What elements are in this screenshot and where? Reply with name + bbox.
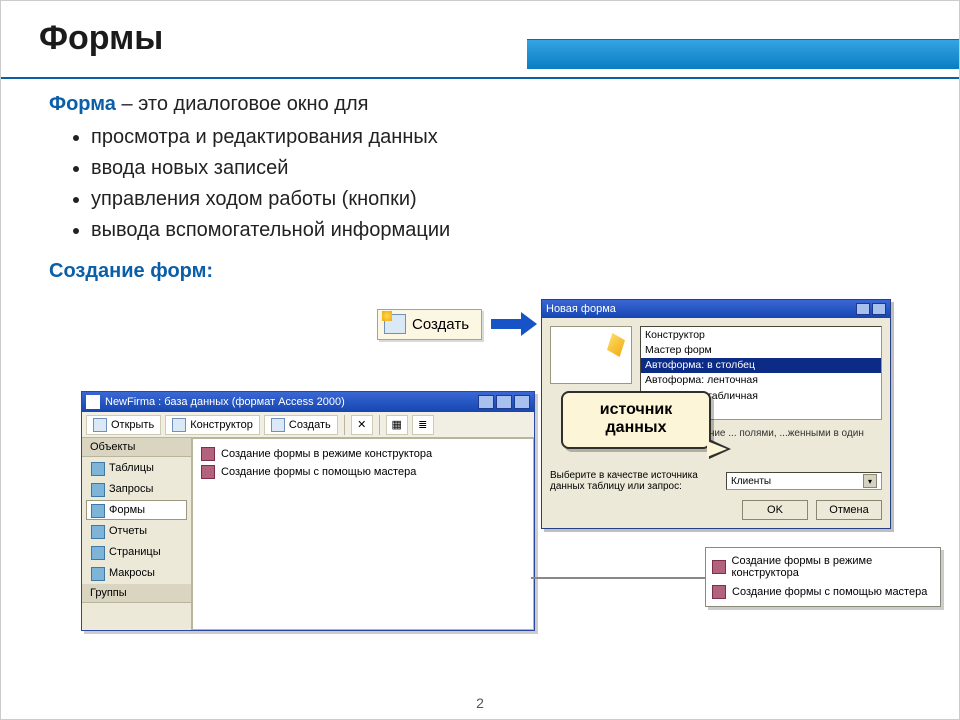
- db-title: NewFirma : база данных (формат Access 20…: [105, 396, 345, 408]
- create-forms-heading: Создание форм:: [49, 260, 921, 283]
- db-toolbar: Открыть Конструктор Создать ✕ ▦ ≣: [82, 412, 534, 438]
- form-preview-icon: [550, 326, 632, 384]
- open-label: Открыть: [111, 419, 154, 431]
- sidebar-item-pages[interactable]: Страницы: [86, 542, 187, 562]
- help-icon[interactable]: [856, 303, 870, 315]
- toolbar-create-button[interactable]: Создать: [264, 415, 338, 435]
- dialog-title: Новая форма: [546, 303, 616, 315]
- design-button[interactable]: Конструктор: [165, 415, 260, 435]
- sidebar-item-forms[interactable]: Формы: [86, 500, 187, 520]
- arrow-icon: [491, 316, 537, 332]
- list-item-label: Создание формы с помощью мастера: [221, 466, 416, 478]
- list-option-selected[interactable]: Автоформа: в столбец: [641, 358, 881, 373]
- sidebar-header-objects: Объекты: [82, 438, 191, 457]
- callout-connector-line: [531, 577, 707, 579]
- form-list: Создание формы в режиме конструктора Соз…: [192, 438, 534, 630]
- source-value: Клиенты: [731, 476, 771, 487]
- minimize-icon[interactable]: [478, 395, 494, 409]
- app-icon: [86, 395, 100, 409]
- slide-title-band: Формы: [1, 1, 959, 79]
- open-icon: [93, 418, 107, 432]
- form-wizard-icon: [201, 465, 215, 479]
- chevron-down-icon[interactable]: ▾: [863, 474, 877, 488]
- maximize-icon[interactable]: [496, 395, 512, 409]
- title-accent-bar: [527, 39, 959, 69]
- definition-tail: – это диалоговое окно для: [116, 93, 369, 115]
- toolbar-separator: [344, 415, 345, 435]
- create-label: Создать: [289, 419, 331, 431]
- view-large-icon[interactable]: ▦: [386, 415, 408, 435]
- sidebar-item-tables[interactable]: Таблицы: [86, 458, 187, 478]
- slide-content: Форма – это диалоговое окно для просмотр…: [1, 79, 959, 283]
- cancel-button[interactable]: Отмена: [816, 500, 882, 520]
- sidebar-item-reports[interactable]: Отчеты: [86, 521, 187, 541]
- db-title-bar: NewFirma : база данных (формат Access 20…: [82, 392, 534, 412]
- bubble-line2: данных: [569, 419, 703, 437]
- form-wizard-icon: [712, 585, 726, 599]
- window-control-buttons: [478, 395, 530, 409]
- design-icon: [172, 418, 186, 432]
- list-item-label: Создание формы с помощью мастера: [732, 586, 927, 598]
- bullet-item: ввода новых записей: [91, 153, 921, 184]
- list-item-label: Создание формы в режиме конструктора: [221, 448, 432, 460]
- toolbar-separator: [379, 415, 380, 435]
- bullet-item: вывода вспомогательной информации: [91, 215, 921, 246]
- source-label: Выберите в качестве источника данных таб…: [550, 470, 720, 492]
- create-button-label: Создать: [412, 316, 469, 333]
- list-option[interactable]: Конструктор: [641, 328, 881, 343]
- form-wizard-icon: [201, 447, 215, 461]
- open-button[interactable]: Открыть: [86, 415, 161, 435]
- list-item[interactable]: Создание формы с помощью мастера: [712, 582, 934, 602]
- list-item[interactable]: Создание формы с помощью мастера: [201, 463, 525, 481]
- form-wizard-icon: [712, 560, 726, 574]
- list-item-label: Создание формы в режиме конструктора: [732, 555, 934, 579]
- object-sidebar: Объекты Таблицы Запросы Формы Отчеты Стр…: [82, 438, 192, 630]
- ok-button[interactable]: OK: [742, 500, 808, 520]
- create-icon: [271, 418, 285, 432]
- definition-line: Форма – это диалоговое окно для: [49, 93, 921, 116]
- bullet-item: управления ходом работы (кнопки): [91, 184, 921, 215]
- view-list-icon[interactable]: ≣: [412, 415, 434, 435]
- source-callout-bubble: источник данных: [561, 391, 711, 449]
- create-button[interactable]: Создать: [377, 309, 482, 340]
- term-highlight: Форма: [49, 93, 116, 115]
- design-label: Конструктор: [190, 419, 253, 431]
- list-option[interactable]: Мастер форм: [641, 343, 881, 358]
- bubble-line1: источник: [569, 401, 703, 419]
- create-sparkle-icon: [384, 314, 406, 334]
- page-number: 2: [476, 695, 484, 711]
- database-window: NewFirma : база данных (формат Access 20…: [81, 391, 535, 631]
- sidebar-item-queries[interactable]: Запросы: [86, 479, 187, 499]
- delete-button[interactable]: ✕: [351, 415, 373, 435]
- list-item[interactable]: Создание формы в режиме конструктора: [201, 445, 525, 463]
- close-icon[interactable]: [872, 303, 886, 315]
- sidebar-header-groups: Группы: [82, 584, 191, 603]
- source-combo[interactable]: Клиенты ▾: [726, 472, 882, 490]
- dialog-title-bar: Новая форма: [542, 300, 890, 318]
- bullet-item: просмотра и редактирования данных: [91, 122, 921, 153]
- close-icon[interactable]: [514, 395, 530, 409]
- sidebar-item-macros[interactable]: Макросы: [86, 563, 187, 583]
- form-creation-callout: Создание формы в режиме конструктора Соз…: [705, 547, 941, 607]
- list-item[interactable]: Создание формы в режиме конструктора: [712, 552, 934, 582]
- list-option[interactable]: Автоформа: ленточная: [641, 373, 881, 388]
- definition-bullets: просмотра и редактирования данных ввода …: [49, 122, 921, 246]
